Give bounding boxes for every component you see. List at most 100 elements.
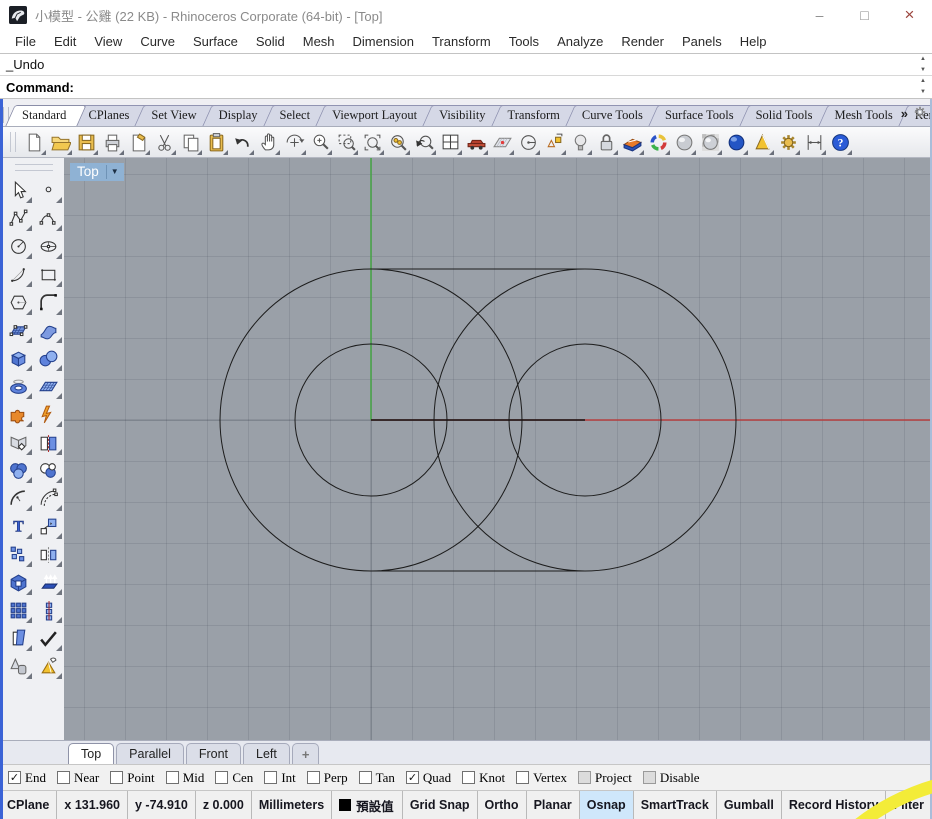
checkbox-near[interactable] — [56, 771, 70, 784]
cut-button[interactable] — [151, 129, 177, 156]
surface-curved-tool-button[interactable] — [35, 317, 63, 344]
osnap-point[interactable]: Point — [110, 770, 155, 786]
selection-filter-button[interactable] — [541, 129, 567, 156]
toolbar-tab-mesh-tools[interactable]: Mesh Tools — [823, 105, 909, 126]
status-toggle-record-history[interactable]: Record History — [782, 791, 887, 819]
toolbar-tab-standard[interactable]: Standard — [10, 105, 82, 126]
shaded-view-button[interactable] — [671, 129, 697, 156]
osnap-disable[interactable]: Disable — [642, 770, 700, 786]
polyline-tool-button[interactable] — [5, 205, 33, 232]
toolbar-tab-visibility[interactable]: Visibility — [427, 105, 501, 126]
command-prompt-row[interactable]: Command: ▲ ▼ — [0, 76, 932, 98]
zoom-window-button[interactable] — [333, 129, 359, 156]
maximize-button[interactable]: □ — [842, 0, 887, 30]
curve-interpolated-tool-button[interactable] — [35, 205, 63, 232]
paste-button[interactable] — [203, 129, 229, 156]
zoom-dynamic-button[interactable] — [307, 129, 333, 156]
new-document-button[interactable] — [21, 129, 47, 156]
menu-item-surface[interactable]: Surface — [184, 32, 247, 51]
text-tool-button[interactable]: T — [5, 513, 33, 540]
command-prompt-scroll[interactable]: ▲ ▼ — [916, 77, 930, 96]
menu-item-solid[interactable]: Solid — [247, 32, 294, 51]
menu-item-file[interactable]: File — [6, 32, 45, 51]
toolbar-tab-viewport-layout[interactable]: Viewport Layout — [320, 105, 433, 126]
checkbox-perp[interactable] — [306, 771, 320, 784]
rectangle-tool-button[interactable] — [35, 261, 63, 288]
checkbox-int[interactable] — [264, 771, 278, 784]
command-history-scroll[interactable]: ▲ ▼ — [916, 55, 930, 74]
osnap-tan[interactable]: Tan — [358, 770, 395, 786]
print-button[interactable] — [99, 129, 125, 156]
checkbox-cen[interactable] — [215, 771, 229, 784]
menu-item-edit[interactable]: Edit — [45, 32, 85, 51]
status-toggle-gumball[interactable]: Gumball — [717, 791, 782, 819]
checkbox-quad[interactable]: ✓ — [405, 771, 419, 784]
point-tool-button[interactable] — [35, 177, 63, 204]
split-tool-button[interactable] — [35, 429, 63, 456]
pan-button[interactable] — [255, 129, 281, 156]
fillet-corner-tool-button[interactable] — [35, 289, 63, 316]
box-tool-button[interactable] — [5, 345, 33, 372]
explode-tool-button[interactable] — [35, 401, 63, 428]
menu-item-tools[interactable]: Tools — [500, 32, 548, 51]
menu-item-help[interactable]: Help — [731, 32, 776, 51]
render-preview-button[interactable] — [697, 129, 723, 156]
viewport-tab-left[interactable]: Left — [243, 743, 290, 764]
osnap-perp[interactable]: Perp — [306, 770, 348, 786]
status-pane-layer[interactable]: 預設值 — [332, 791, 403, 819]
trim-tool-button[interactable] — [5, 429, 33, 456]
named-views-button[interactable] — [463, 129, 489, 156]
status-pane-coord-x[interactable]: x 131.960 — [57, 791, 128, 819]
mesh-tool-button[interactable] — [35, 373, 63, 400]
menu-item-mesh[interactable]: Mesh — [294, 32, 344, 51]
zoom-extents-button[interactable] — [359, 129, 385, 156]
osnap-end[interactable]: ✓ End — [8, 770, 46, 786]
torus-tool-button[interactable] — [5, 373, 33, 400]
circle-center-button[interactable] — [515, 129, 541, 156]
osnap-quad[interactable]: ✓ Quad — [405, 770, 451, 786]
solid-tools-tool-button[interactable] — [5, 569, 33, 596]
circle-tool-button[interactable] — [5, 233, 33, 260]
menu-item-transform[interactable]: Transform — [423, 32, 500, 51]
array-objects-tool-button[interactable] — [5, 541, 33, 568]
extrude-tool-button[interactable] — [35, 569, 63, 596]
checkbox-point[interactable] — [110, 771, 124, 784]
copy-button[interactable] — [177, 129, 203, 156]
tab-overflow-chevron[interactable]: » — [901, 106, 908, 121]
toolbar-tab-surface-tools[interactable]: Surface Tools — [653, 105, 750, 126]
osnap-project[interactable]: Project — [578, 770, 632, 786]
options-button[interactable] — [775, 129, 801, 156]
mirror-tool-button[interactable] — [35, 541, 63, 568]
checkbox-knot[interactable] — [462, 771, 476, 784]
checkbox-disable[interactable] — [642, 771, 656, 784]
checkbox-mid[interactable] — [165, 771, 179, 784]
save-button[interactable] — [73, 129, 99, 156]
layer-button[interactable] — [619, 129, 645, 156]
zoom-selected-button[interactable] — [385, 129, 411, 156]
menu-item-analyze[interactable]: Analyze — [548, 32, 612, 51]
minimize-button[interactable]: – — [797, 0, 842, 30]
export-page-button[interactable] — [125, 129, 151, 156]
status-pane-units[interactable]: Millimeters — [252, 791, 333, 819]
osnap-mid[interactable]: Mid — [165, 770, 204, 786]
group-tool-button[interactable] — [5, 625, 33, 652]
arc-tool-button[interactable] — [5, 261, 33, 288]
menu-item-render[interactable]: Render — [612, 32, 673, 51]
boolean-union-tool-button[interactable] — [5, 457, 33, 484]
status-toggle-smarttrack[interactable]: SmartTrack — [634, 791, 717, 819]
lock-button[interactable] — [593, 129, 619, 156]
status-toggle-ortho[interactable]: Ortho — [478, 791, 527, 819]
lamp-button[interactable] — [567, 129, 593, 156]
help-button[interactable]: ? — [827, 129, 853, 156]
checkbox-end[interactable]: ✓ — [8, 771, 21, 784]
viewport-tab-parallel[interactable]: Parallel — [116, 743, 184, 764]
sidebar-grip[interactable] — [14, 164, 53, 171]
command-history-row[interactable]: _Undo ▲ ▼ — [0, 54, 932, 76]
status-toggle-grid-snap[interactable]: Grid Snap — [403, 791, 478, 819]
hand-pyramid-tool-button[interactable] — [35, 653, 63, 680]
menu-item-curve[interactable]: Curve — [131, 32, 184, 51]
array-linear-tool-button[interactable] — [35, 597, 63, 624]
new-viewport-tab[interactable]: + — [291, 743, 320, 764]
menu-item-dimension[interactable]: Dimension — [344, 32, 423, 51]
primitives-tool-button[interactable] — [5, 653, 33, 680]
